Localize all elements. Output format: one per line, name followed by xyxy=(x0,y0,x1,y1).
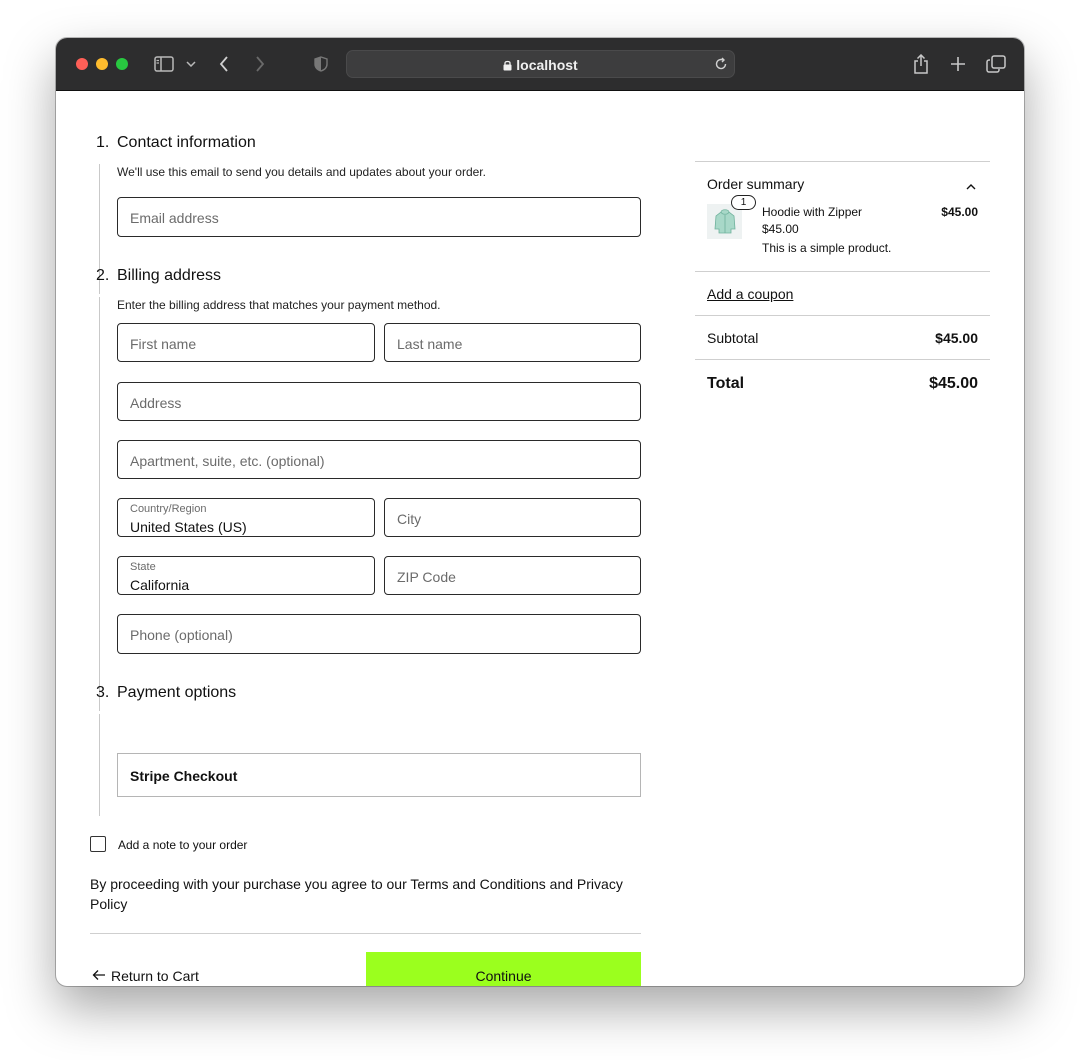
order-note-label[interactable]: Add a note to your order xyxy=(118,838,247,852)
first-name-field[interactable]: First name xyxy=(117,323,375,362)
add-coupon-link[interactable]: Add a coupon xyxy=(707,286,793,302)
quantity-badge: 1 xyxy=(731,195,756,210)
back-icon[interactable] xyxy=(216,53,232,75)
total-value: $45.00 xyxy=(929,375,978,392)
apartment-placeholder: Apartment, suite, etc. (optional) xyxy=(130,453,325,469)
payment-options-heading: Payment options xyxy=(117,684,237,701)
new-tab-icon[interactable] xyxy=(948,53,968,75)
url-text: localhost xyxy=(516,57,578,73)
zip-code-field[interactable]: ZIP Code xyxy=(384,556,641,595)
close-window-button[interactable] xyxy=(76,58,88,70)
divider xyxy=(695,315,990,316)
chevron-up-icon[interactable] xyxy=(966,177,976,195)
product-description: This is a simple product. xyxy=(762,241,892,255)
payment-method-option[interactable]: Stripe Checkout xyxy=(117,753,641,797)
subtotal-value: $45.00 xyxy=(935,330,978,346)
product-line-total: $45.00 xyxy=(941,205,978,219)
order-note-checkbox[interactable] xyxy=(90,836,106,852)
apartment-field[interactable]: Apartment, suite, etc. (optional) xyxy=(117,440,641,479)
contact-information-heading: Contact information xyxy=(117,134,256,151)
share-icon[interactable] xyxy=(911,53,931,75)
step-number: 1. xyxy=(96,134,110,151)
lock-icon xyxy=(503,58,512,74)
browser-toolbar: localhost xyxy=(56,38,1024,91)
product-unit-price: $45.00 xyxy=(762,222,799,236)
address-placeholder: Address xyxy=(130,395,182,411)
state-select[interactable]: State California xyxy=(117,556,375,595)
country-select[interactable]: Country/Region United States (US) xyxy=(117,498,375,537)
arrow-left-icon xyxy=(92,968,106,984)
billing-description: Enter the billing address that matches y… xyxy=(117,298,441,312)
subtotal-label: Subtotal xyxy=(707,330,759,346)
return-to-cart-link[interactable]: Return to Cart xyxy=(92,968,199,984)
chevron-down-icon[interactable] xyxy=(185,53,197,75)
divider xyxy=(695,161,990,162)
last-name-placeholder: Last name xyxy=(397,336,463,352)
step-divider xyxy=(99,297,100,711)
country-value: United States (US) xyxy=(130,519,247,535)
state-value: California xyxy=(130,577,190,593)
country-label: Country/Region xyxy=(130,503,207,515)
address-field[interactable]: Address xyxy=(117,382,641,421)
first-name-placeholder: First name xyxy=(130,336,197,352)
browser-window: localhost 1. Contact information We'll u… xyxy=(56,38,1024,986)
total-label: Total xyxy=(707,375,745,392)
phone-field[interactable]: Phone (optional) xyxy=(117,614,641,654)
shield-icon[interactable] xyxy=(313,53,329,75)
email-placeholder: Email address xyxy=(130,210,219,226)
city-placeholder: City xyxy=(397,511,422,527)
step-number: 2. xyxy=(96,267,110,284)
step-number: 3. xyxy=(96,684,110,701)
checkout-page: 1. Contact information We'll use this em… xyxy=(56,92,1024,986)
forward-icon[interactable] xyxy=(252,53,268,75)
minimize-window-button[interactable] xyxy=(96,58,108,70)
billing-address-heading: Billing address xyxy=(117,267,222,284)
tab-overview-icon[interactable] xyxy=(985,53,1007,75)
address-bar[interactable]: localhost xyxy=(346,50,735,78)
email-field[interactable]: Email address xyxy=(117,197,641,237)
step-divider xyxy=(99,714,100,816)
phone-placeholder: Phone (optional) xyxy=(130,627,233,643)
divider xyxy=(695,271,990,272)
contact-description: We'll use this email to send you details… xyxy=(117,165,486,179)
payment-method-label: Stripe Checkout xyxy=(130,768,238,784)
zip-code-placeholder: ZIP Code xyxy=(397,569,456,585)
state-label: State xyxy=(130,561,156,573)
zoom-window-button[interactable] xyxy=(116,58,128,70)
divider xyxy=(695,359,990,360)
return-to-cart-label: Return to Cart xyxy=(111,968,199,984)
terms-text: By proceeding with your purchase you agr… xyxy=(90,876,623,912)
order-summary-heading[interactable]: Order summary xyxy=(707,176,804,192)
hoodie-icon xyxy=(714,208,735,233)
last-name-field[interactable]: Last name xyxy=(384,323,641,362)
divider xyxy=(90,933,641,934)
reload-icon[interactable] xyxy=(714,57,728,76)
continue-button[interactable]: Continue xyxy=(366,952,641,986)
sidebar-icon[interactable] xyxy=(153,53,175,75)
city-field[interactable]: City xyxy=(384,498,641,537)
product-name: Hoodie with Zipper xyxy=(762,205,863,219)
